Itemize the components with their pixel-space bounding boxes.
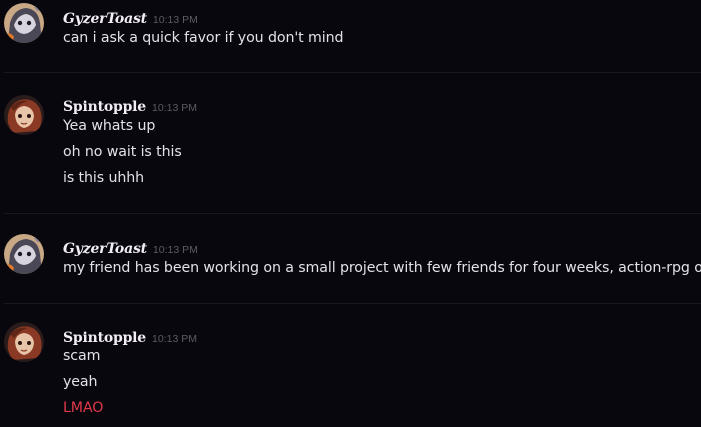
message-text: my friend has been working on a small pr… [63, 260, 701, 276]
gyzertoast-avatar-icon [4, 234, 44, 274]
spintopple-avatar-icon [4, 322, 44, 362]
message-text: is this uhhh [63, 170, 145, 186]
gyzertoast-avatar-icon [4, 3, 44, 43]
username[interactable]: GyzerToast [63, 241, 147, 257]
message-header: Spintopple 10:13 PM [63, 327, 197, 346]
timestamp[interactable]: 10:13 PM [152, 102, 197, 114]
username[interactable]: Spintopple [63, 99, 146, 115]
timestamp[interactable]: 10:13 PM [153, 244, 198, 256]
message-text: yeah [63, 374, 98, 390]
username[interactable]: GyzerToast [63, 11, 147, 27]
message-text: oh no wait is this [63, 144, 182, 160]
message-text: scam [63, 348, 101, 364]
avatar[interactable] [4, 95, 44, 135]
message-header: Spintopple 10:13 PM [63, 96, 197, 115]
divider [4, 213, 701, 214]
username[interactable]: Spintopple [63, 330, 146, 346]
message-text: LMAO [63, 400, 104, 416]
avatar[interactable] [4, 3, 44, 43]
message-text: Yea whats up [63, 118, 156, 134]
message-header: GyzerToast 10:13 PM [63, 238, 198, 257]
spintopple-avatar-icon [4, 95, 44, 135]
divider [4, 72, 701, 73]
timestamp[interactable]: 10:13 PM [152, 333, 197, 345]
timestamp[interactable]: 10:13 PM [153, 14, 198, 26]
message-text: can i ask a quick favor if you don't min… [63, 30, 344, 46]
divider [4, 303, 701, 304]
avatar[interactable] [4, 234, 44, 274]
message-header: GyzerToast 10:13 PM [63, 8, 198, 27]
avatar[interactable] [4, 322, 44, 362]
